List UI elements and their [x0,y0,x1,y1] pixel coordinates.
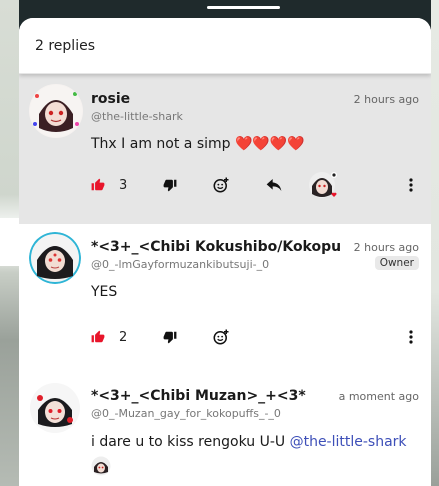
avatar-art-icon [30,383,80,433]
add-reaction-icon [213,329,229,345]
more-options-button[interactable] [409,330,413,344]
comment-item: *<3+_<Chibi Muzan>_+<3* a moment ago @0_… [19,374,431,486]
owner-badge: Owner [374,256,419,270]
more-vertical-icon [409,178,413,192]
creator-heart-avatar-icon [309,172,338,198]
comment-text: Thx I am not a simp [91,136,231,152]
comment-time: 2 hours ago [353,241,419,254]
comment-handle[interactable]: @0_-lmGayformuzankibutsuji-_0 [91,258,419,271]
background-page-left [0,0,19,486]
more-options-button[interactable] [409,178,413,192]
mention-link[interactable]: @the-little-shark [290,434,407,450]
comment-actions: 3 [91,170,419,200]
inline-sticker [91,456,419,476]
thumb-down-icon [163,179,177,192]
reply-icon [266,179,282,191]
comment-handle[interactable]: @the-little-shark [91,110,419,123]
add-reaction-icon [213,177,229,193]
comment-author[interactable]: *<3+_<Chibi Kokushibo/Kokopuffs [91,239,341,255]
comment-time: a moment ago [338,390,419,403]
heart-emojis: ❤️❤️❤️❤️ [234,136,305,152]
dislike-button[interactable] [163,178,177,192]
avatar[interactable] [29,232,81,284]
comment-author[interactable]: *<3+_<Chibi Muzan>_+<3* [91,388,306,404]
drag-handle[interactable] [207,6,280,9]
avatar[interactable] [29,382,81,434]
comment-text-row: i dare u to kiss rengoku U-U @the-little… [91,434,419,450]
reply-button[interactable] [266,178,282,192]
thumb-up-icon [91,178,105,191]
more-vertical-icon [409,330,413,344]
sticker-avatar-icon [91,456,111,476]
comment-actions: 2 [91,322,419,352]
comment-text: i dare u to kiss rengoku U-U [91,434,286,450]
like-count: 2 [119,329,128,345]
background-strip [0,218,19,266]
comment-time: 2 hours ago [353,93,419,106]
comment-author[interactable]: rosie [91,91,130,107]
like-count: 3 [119,177,128,193]
add-reaction-button[interactable] [212,328,230,346]
replies-count-title: 2 replies [35,37,95,54]
thumb-up-icon [91,330,105,343]
add-reaction-button[interactable] [212,176,230,194]
dislike-button[interactable] [163,330,177,344]
avatar[interactable] [29,84,83,138]
thumb-down-icon [163,331,177,344]
avatar-art-icon [30,85,82,137]
comment-text-row: Thx I am not a simp ❤️❤️❤️❤️ [91,136,419,152]
sheet-header: 2 replies [19,18,431,74]
comment-item: *<3+_<Chibi Kokushibo/Kokopuffs 2 hours … [19,224,431,374]
like-button[interactable]: 2 [91,330,127,345]
avatar-art-icon [29,232,81,284]
background-page-right [431,0,439,486]
creator-reaction-avatar [308,170,338,200]
comment-item: rosie 2 hours ago @the-little-shark Thx … [19,74,431,224]
like-button[interactable]: 3 [91,178,127,193]
comment-handle[interactable]: @0_-Muzan_gay_for_kokopuffs_-_0 [91,407,419,420]
comment-text: YES [91,284,118,300]
replies-sheet: 2 replies rosie 2 hours ago @the-little-… [19,18,431,486]
